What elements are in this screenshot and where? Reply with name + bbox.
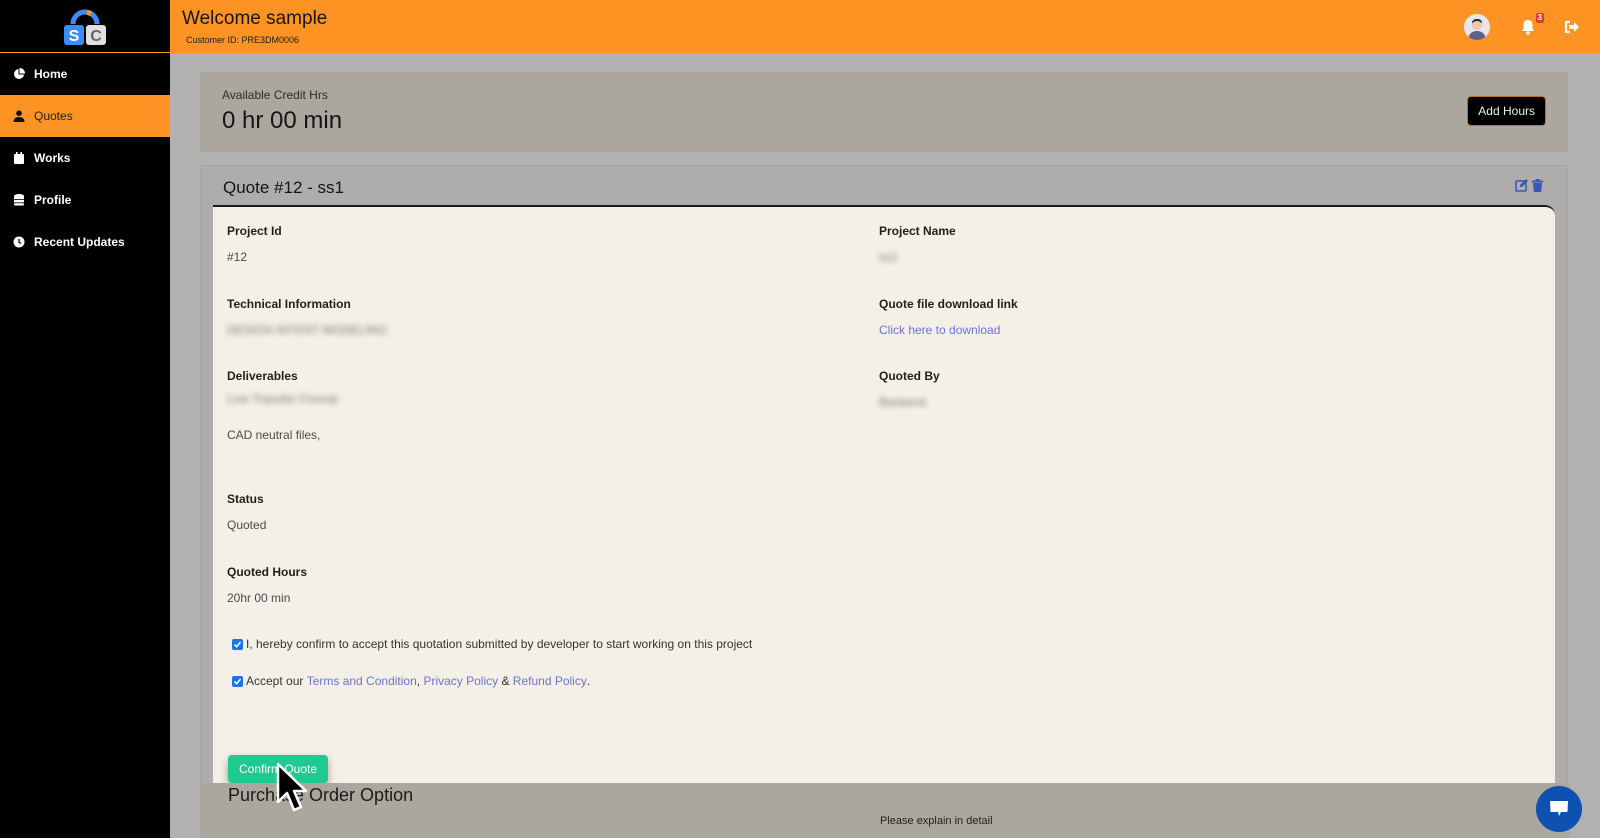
sidebar-item-label: Profile (34, 193, 72, 207)
credit-label: Available Credit Hrs (222, 88, 328, 102)
sidebar-item-label: Home (34, 67, 68, 81)
field-label: Project Id (227, 224, 282, 238)
terms-separator: & (498, 674, 513, 688)
quote-title: Quote #12 - ss1 (223, 178, 344, 197)
field-download: Quote file download link Click here to d… (879, 297, 1379, 337)
chat-button[interactable] (1536, 786, 1582, 832)
database-icon (13, 194, 25, 206)
field-label: Quoted Hours (227, 565, 307, 579)
field-value-wrap: Live Transfer Format (227, 392, 727, 406)
welcome-title: Welcome sample (182, 8, 328, 29)
calendar-icon (13, 152, 25, 164)
field-deliverables: Deliverables Live Transfer Format CAD ne… (227, 369, 727, 442)
logout-icon (1564, 20, 1579, 33)
field-label: Technical Information (227, 297, 351, 311)
sidebar-item-profile[interactable]: Profile (0, 179, 170, 221)
sidebar-item-recent-updates[interactable]: Recent Updates (0, 221, 170, 263)
customer-id: Customer ID: PRE3DM0006 (186, 35, 300, 45)
welcome-block: Welcome sample Customer ID: PRE3DM0006 (170, 0, 327, 53)
field-value: Live Transfer Format (227, 392, 338, 406)
field-status: Status Quoted (227, 492, 727, 532)
checkmark-icon (233, 640, 242, 648)
confirm-checkbox-label: I, hereby confirm to accept this quotati… (246, 637, 753, 651)
scrollbar[interactable] (1570, 53, 1600, 838)
field-value: DESIGN INTENT MODELING (227, 323, 387, 337)
status-value: Quoted (227, 518, 267, 532)
download-link[interactable]: Click here to download (879, 323, 1000, 337)
confirm-quote-button[interactable]: Confirm Quote (228, 755, 329, 783)
field-value-wrap: Backend (879, 395, 1379, 409)
logo[interactable]: S C (0, 0, 170, 53)
sidebar-item-label: Recent Updates (34, 235, 125, 249)
field-label: Deliverables (227, 369, 298, 383)
privacy-policy-link[interactable]: Privacy Policy (423, 674, 498, 688)
sidebar-item-quotes[interactable]: Quotes (0, 95, 170, 137)
sidebar-item-label: Works (34, 151, 71, 165)
terms-checkbox-row: Accept our Terms and Condition , Privacy… (232, 674, 590, 688)
field-value: #12 (227, 250, 248, 264)
header-actions: 3 (1464, 0, 1600, 53)
avatar[interactable] (1464, 13, 1490, 40)
field-label: Quoted By (879, 369, 940, 383)
sidebar-item-label: Quotes (34, 109, 73, 123)
logo-letter-c: C (90, 28, 102, 45)
sidebar-item-works[interactable]: Works (0, 137, 170, 179)
clock-icon (13, 236, 25, 248)
quote-detail-panel: Project Id #12 Project Name ss1 Technica… (213, 205, 1555, 797)
top-header: S C Welcome sample Customer ID: PRE3DM00… (0, 0, 1600, 53)
field-label: Project Name (879, 224, 956, 238)
edit-icon (1515, 179, 1528, 192)
field-technical-info: Technical Information DESIGN INTENT MODE… (227, 297, 727, 337)
purchase-order-hint: Please explain in detail (880, 815, 993, 827)
confirm-quote-checkbox-row: I, hereby confirm to accept this quotati… (232, 637, 752, 651)
notifications-button[interactable]: 3 (1518, 12, 1544, 37)
field-quoted-by: Quoted By Backend (879, 369, 1379, 409)
credit-value: 0 hr 00 min (222, 107, 343, 134)
refund-policy-link[interactable]: Refund Policy (513, 674, 587, 688)
avatar-icon (1464, 13, 1490, 40)
purchase-order-section: Purchase Order Option Please explain in … (200, 783, 1570, 838)
purchase-order-title: Purchase Order Option (228, 785, 414, 805)
field-value: ss1 (879, 250, 898, 264)
field-project-id: Project Id #12 (227, 224, 727, 264)
sidebar: Home Quotes Works Profile Recent Updates (0, 53, 170, 838)
checkmark-icon (233, 677, 242, 685)
field-project-name: Project Name ss1 (879, 224, 1379, 264)
field-label: Quote file download link (879, 297, 1018, 311)
field-value: 20hr 00 min (227, 591, 291, 605)
field-value: Backend (879, 395, 926, 409)
bell-icon (1522, 19, 1534, 35)
delete-button[interactable] (1532, 179, 1543, 192)
terms-link[interactable]: Terms and Condition (307, 674, 417, 688)
credit-card: Available Credit Hrs 0 hr 00 min Add Hou… (200, 72, 1568, 152)
field-value-extra: CAD neutral files, (227, 428, 321, 442)
edit-button[interactable] (1515, 179, 1529, 192)
logout-button[interactable] (1562, 17, 1582, 37)
terms-checkbox[interactable] (232, 675, 243, 687)
confirm-checkbox[interactable] (232, 638, 243, 650)
trash-icon (1532, 179, 1543, 192)
terms-separator: , (416, 674, 424, 688)
field-value-wrap: ss1 (879, 250, 1379, 264)
notification-badge: 3 (1535, 12, 1544, 23)
add-hours-button[interactable]: Add Hours (1467, 96, 1546, 126)
field-value-wrap: Click here to download (879, 323, 1379, 337)
logo-icon: S C (64, 9, 106, 45)
user-icon (13, 110, 25, 122)
pie-chart-icon (13, 68, 25, 80)
sidebar-item-home[interactable]: Home (0, 53, 170, 95)
quote-actions (1515, 179, 1543, 192)
chat-icon (1550, 801, 1568, 816)
field-label: Status (227, 492, 264, 506)
field-value-wrap: DESIGN INTENT MODELING (227, 323, 727, 337)
field-quoted-hours: Quoted Hours 20hr 00 min (227, 565, 727, 605)
terms-prefix: Accept our (246, 674, 307, 688)
logo-letter-s: S (69, 28, 80, 45)
terms-suffix: . (586, 674, 591, 688)
